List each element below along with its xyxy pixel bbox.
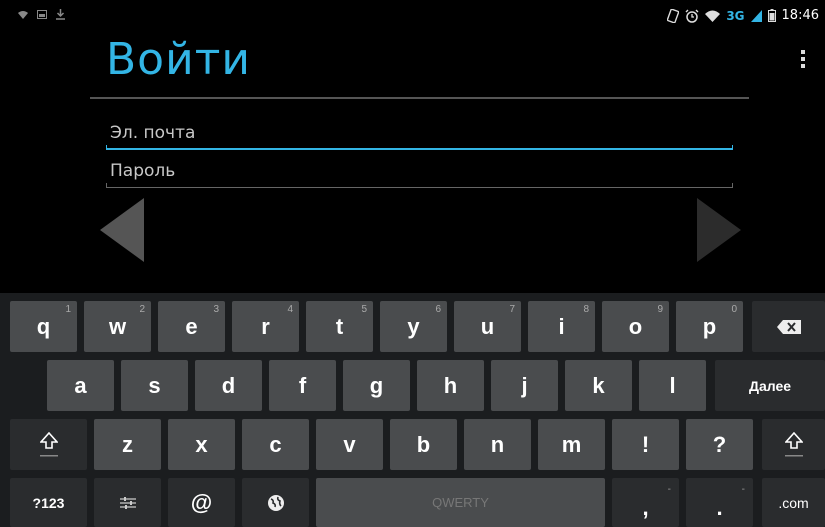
key-question[interactable]: ?: [686, 419, 753, 470]
shift-key-left[interactable]: [10, 419, 87, 470]
key-o[interactable]: o9: [602, 301, 669, 352]
key-u[interactable]: u7: [454, 301, 521, 352]
network-type: 3G: [726, 8, 745, 23]
back-arrow-button[interactable]: [98, 198, 146, 262]
key-d[interactable]: d: [195, 360, 262, 411]
key-z[interactable]: z: [94, 419, 161, 470]
key-l[interactable]: l: [639, 360, 706, 411]
key-v[interactable]: v: [316, 419, 383, 470]
key-q[interactable]: q1: [10, 301, 77, 352]
system-icons: 3G 18:46: [667, 8, 819, 23]
key-p[interactable]: p0: [676, 301, 743, 352]
signal-icon: [750, 9, 762, 22]
overflow-menu-icon[interactable]: [797, 50, 809, 74]
backspace-key[interactable]: [752, 301, 825, 352]
download-notification-icon: [56, 9, 65, 20]
email-input[interactable]: [106, 120, 733, 146]
key-exclamation[interactable]: !: [612, 419, 679, 470]
key-k[interactable]: k: [565, 360, 632, 411]
symbols-key[interactable]: ?123: [10, 478, 87, 527]
key-r[interactable]: r4: [232, 301, 299, 352]
key-j[interactable]: j: [491, 360, 558, 411]
wifi-icon: [705, 10, 721, 22]
key-i[interactable]: i8: [528, 301, 595, 352]
alarm-icon: [685, 9, 699, 23]
key-n[interactable]: n: [464, 419, 531, 470]
at-key[interactable]: @: [168, 478, 235, 527]
title-divider: [90, 97, 749, 99]
status-bar: 3G 18:46: [0, 0, 825, 36]
clock: 18:46: [781, 8, 819, 23]
key-s[interactable]: s: [121, 360, 188, 411]
shift-icon: [784, 431, 803, 456]
next-arrow-button[interactable]: [695, 198, 743, 262]
backspace-icon: [776, 319, 801, 334]
key-b[interactable]: b: [390, 419, 457, 470]
language-key[interactable]: [242, 478, 309, 527]
wifi-notification-icon: [18, 10, 28, 19]
dotcom-key[interactable]: .com: [762, 478, 825, 527]
password-field-wrapper: [106, 158, 733, 188]
key-x[interactable]: x: [168, 419, 235, 470]
notification-icons: [18, 9, 65, 20]
globe-icon: [267, 494, 284, 511]
key-h[interactable]: h: [417, 360, 484, 411]
rotation-lock-icon: [667, 8, 680, 23]
battery-icon: [767, 9, 776, 22]
page-title: Войти: [106, 34, 251, 85]
key-w[interactable]: w2: [84, 301, 151, 352]
comma-key[interactable]: ,-: [612, 478, 679, 527]
key-c[interactable]: c: [242, 419, 309, 470]
key-a[interactable]: a: [47, 360, 114, 411]
soft-keyboard: q1 w2 e3 r4 t5 y6 u7 i8 o9 p0 a s d f g …: [0, 293, 825, 527]
key-f[interactable]: f: [269, 360, 336, 411]
key-e[interactable]: e3: [158, 301, 225, 352]
period-key[interactable]: .-: [686, 478, 753, 527]
key-y[interactable]: y6: [380, 301, 447, 352]
space-key[interactable]: QWERTY: [316, 478, 605, 527]
key-m[interactable]: m: [538, 419, 605, 470]
shift-key-right[interactable]: [762, 419, 825, 470]
sliders-icon: [119, 496, 136, 509]
screenshot-notification-icon: [37, 10, 47, 19]
settings-key[interactable]: [94, 478, 161, 527]
key-g[interactable]: g: [343, 360, 410, 411]
next-action-key[interactable]: Далее: [715, 360, 825, 411]
key-t[interactable]: t5: [306, 301, 373, 352]
password-input[interactable]: [106, 158, 733, 184]
shift-icon: [39, 431, 58, 456]
email-field-wrapper: [106, 120, 733, 150]
